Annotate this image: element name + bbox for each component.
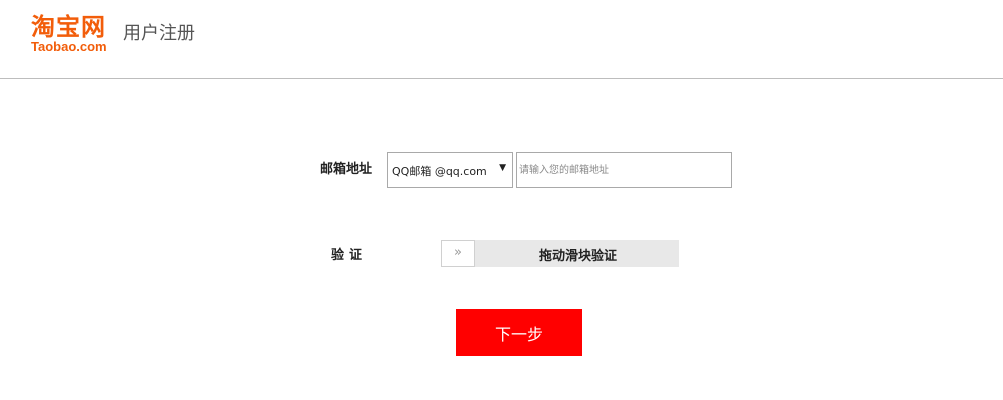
email-label: 邮箱地址: [320, 162, 373, 177]
email-provider-select[interactable]: QQ邮箱 @qq.com ▼: [387, 152, 513, 188]
next-step-button[interactable]: 下一步: [456, 309, 582, 356]
taobao-logo[interactable]: 淘宝网 Taobao.com: [31, 14, 117, 54]
page-header: 淘宝网 Taobao.com 用户注册: [0, 0, 1003, 79]
double-chevron-right-icon: »: [454, 245, 462, 260]
email-input[interactable]: [516, 152, 732, 188]
page-title: 用户注册: [123, 23, 195, 44]
slider-captcha-track: 拖动滑块验证 »: [441, 240, 679, 267]
dropdown-arrow-icon: ▼: [499, 163, 506, 173]
email-provider-value: QQ邮箱 @qq.com: [392, 165, 487, 178]
logo-text-cn: 淘宝网: [31, 13, 106, 41]
logo-text-en: Taobao.com: [31, 39, 107, 54]
slider-captcha-text: 拖动滑块验证: [538, 249, 617, 264]
verify-label: 验证: [331, 248, 368, 263]
slider-captcha-handle[interactable]: »: [441, 240, 475, 267]
